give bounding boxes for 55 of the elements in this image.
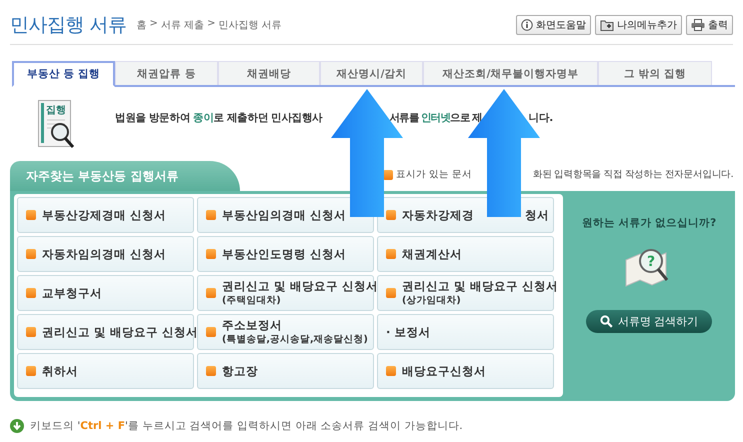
e-doc-icon	[206, 249, 216, 259]
tab[interactable]: 부동산 등 집행	[12, 61, 115, 87]
side-question: 원하는 서류가 없으십니까?	[582, 216, 716, 230]
e-doc-icon	[206, 288, 216, 298]
e-doc-icon	[26, 327, 36, 337]
tab[interactable]: 채권압류 등	[115, 61, 218, 85]
breadcrumb-item: 홈	[136, 19, 147, 32]
form-button[interactable]: 주소보정서 (특별송달,공시송달,재송달신청)	[197, 314, 374, 350]
breadcrumb-item: >	[150, 18, 158, 31]
tab[interactable]: 재산조회/채무불이행자명부	[423, 61, 598, 85]
form-button[interactable]: 항고장	[197, 353, 374, 389]
folder-plus-icon	[600, 19, 614, 31]
form-button[interactable]: 부동산강제경매 신청서	[17, 197, 194, 233]
e-doc-icon	[26, 288, 36, 298]
tab[interactable]: 그 밖의 집행	[598, 61, 712, 85]
form-button[interactable]: 채권계산서	[377, 236, 554, 272]
add-menu-button[interactable]: 나의메뉴추가	[595, 15, 682, 35]
e-doc-icon	[206, 327, 216, 337]
page-title: 민사집행 서류	[10, 13, 127, 38]
footer-hint: 키보드의 'Ctrl + F'를 누르시고 검색어를 입력하시면 아래 소송서류 검색이 가능합니다.	[30, 419, 463, 433]
breadcrumb-item: >	[207, 18, 216, 31]
info-icon	[521, 19, 533, 31]
legend-text: 화된 입력항목을 직접 작성하는 전자문서입니다.	[532, 168, 733, 181]
form-button[interactable]: 부동산인도명령 신청서	[197, 236, 374, 272]
e-doc-icon	[26, 210, 36, 220]
e-doc-icon	[26, 249, 36, 259]
e-doc-icon	[386, 249, 396, 259]
print-button[interactable]: 출력	[686, 15, 733, 35]
search-icon	[600, 315, 613, 328]
help-button[interactable]: 화면도움말	[516, 15, 591, 35]
form-button[interactable]: 취하서	[17, 353, 194, 389]
search-button[interactable]: 서류명 검색하기	[586, 310, 712, 333]
form-button[interactable]: 권리신고 및 배당요구 신청서	[17, 314, 194, 350]
intro-text: 법원을 방문하여 종이로 제출하던 민사집행사	[115, 111, 323, 125]
e-doc-icon	[386, 366, 396, 376]
intro-text: 서류를 인터넷으로 제	[390, 111, 482, 125]
form-button[interactable]: 권리신고 및 배당요구 신청서 (상가임대차)	[377, 275, 554, 311]
tab[interactable]: 재산명시/감치	[320, 61, 423, 85]
form-button[interactable]: 배당요구신청서	[377, 353, 554, 389]
e-doc-icon	[386, 210, 396, 220]
breadcrumb-item: 민사집행 서류	[218, 19, 282, 32]
down-arrow-icon	[10, 419, 24, 433]
form-button[interactable]: 교부청구서	[17, 275, 194, 311]
e-doc-icon	[386, 288, 396, 298]
e-doc-icon	[206, 366, 216, 376]
e-doc-icon	[26, 366, 36, 376]
e-doc-icon	[206, 210, 216, 220]
form-button[interactable]: · 보정서	[377, 314, 554, 350]
breadcrumb-item: 서류 제출	[160, 19, 204, 32]
form-button[interactable]: 자동차임의경매 신청서	[17, 236, 194, 272]
intro-text: 니다.	[528, 111, 552, 125]
form-button[interactable]: 권리신고 및 배당요구 신청서 (주택임대차)	[197, 275, 374, 311]
tab[interactable]: 채권배당	[218, 61, 320, 85]
legend-text: 표시가 있는 문서	[396, 168, 472, 181]
printer-icon	[691, 19, 705, 31]
